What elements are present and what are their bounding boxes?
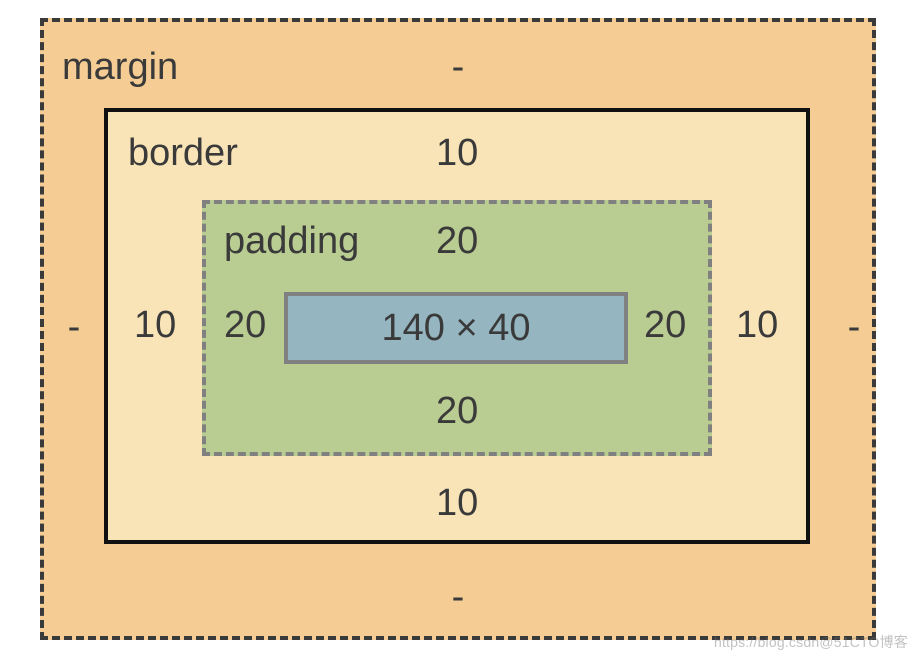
content-region: 140 × 40 [284, 292, 628, 364]
border-left-value: 10 [134, 306, 176, 344]
padding-left-value: 20 [224, 306, 266, 344]
margin-top-value: - [440, 48, 476, 86]
padding-top-value: 20 [436, 222, 478, 260]
padding-bottom-value: 20 [436, 392, 478, 430]
content-size-label: 140 × 40 [382, 307, 531, 350]
border-top-value: 10 [436, 134, 478, 172]
border-bottom-value: 10 [436, 484, 478, 522]
margin-left-value: - [56, 308, 92, 346]
margin-bottom-value: - [440, 578, 476, 616]
margin-right-value: - [836, 308, 872, 346]
padding-right-value: 20 [644, 306, 686, 344]
padding-label: padding [224, 222, 359, 260]
border-right-value: 10 [736, 306, 778, 344]
box-model-diagram: 140 × 40 margin border padding - - - - 1… [0, 0, 916, 658]
border-label: border [128, 134, 238, 172]
margin-label: margin [62, 48, 178, 86]
watermark-text: https://blog.csdn@51CTO博客 [714, 632, 908, 652]
